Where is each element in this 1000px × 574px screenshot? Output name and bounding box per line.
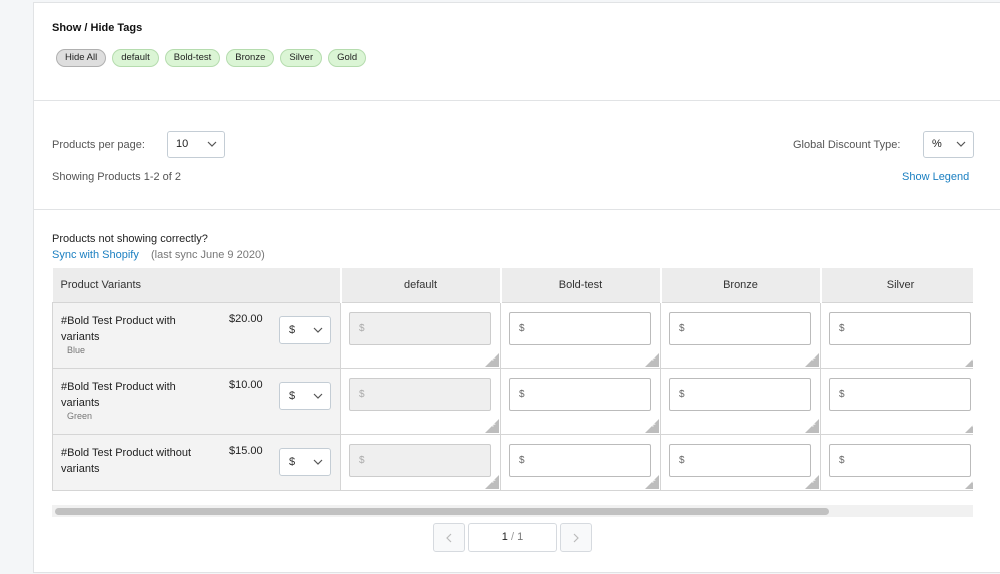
global-discount-label: Global Discount Type:: [793, 139, 901, 151]
tag-default[interactable]: default: [112, 49, 159, 67]
product-cell: #Bold Test Product with variants Blue $2…: [52, 302, 341, 369]
product-name: #Bold Test Product without variants: [61, 446, 192, 475]
price-input-default: $: [349, 311, 491, 345]
tags-section-title: Show / Hide Tags: [52, 22, 143, 34]
per-page-select[interactable]: 10: [167, 131, 225, 158]
price-cell-silver: $ +: [820, 302, 973, 369]
settings-card: Products per page: 10 Showing Products 1…: [33, 101, 1000, 210]
chevron-down-icon: [313, 459, 323, 465]
chevron-down-icon: [956, 141, 966, 147]
table-row: #Bold Test Product with variants Blue $2…: [52, 302, 973, 369]
expand-corner-icon[interactable]: +: [485, 474, 499, 489]
price-cell-bronze: $ +: [660, 434, 821, 491]
product-price: $15.00: [229, 444, 263, 457]
expand-corner-icon[interactable]: +: [805, 418, 819, 433]
previous-page-button[interactable]: [433, 523, 465, 552]
table-header-row: Product Variants default Bold-test Bronz…: [52, 268, 973, 303]
product-cell: #Bold Test Product without variants $15.…: [52, 434, 341, 491]
price-cell-bold-test: $ +: [500, 368, 661, 435]
expand-corner-icon[interactable]: +: [485, 418, 499, 433]
price-input-silver[interactable]: $: [829, 377, 971, 411]
pricing-table-card: Products not showing correctly? Sync wit…: [33, 210, 1000, 573]
expand-corner-icon[interactable]: +: [965, 474, 973, 489]
tags-card: Show / Hide Tags Hide All default Bold-t…: [33, 2, 1000, 101]
currency-value: $: [289, 323, 296, 336]
total-pages: 1: [517, 531, 524, 543]
global-discount-select[interactable]: %: [923, 131, 974, 158]
expand-corner-icon[interactable]: +: [645, 474, 659, 489]
tag-list: Hide All default Bold-test Bronze Silver…: [56, 49, 367, 67]
scrollbar-thumb[interactable]: [55, 508, 829, 515]
tag-bold-test[interactable]: Bold-test: [164, 49, 221, 67]
header-silver: Silver: [820, 268, 973, 303]
sync-shopify-link[interactable]: Sync with Shopify: [52, 249, 139, 261]
expand-corner-icon[interactable]: +: [965, 418, 973, 433]
currency-value: $: [289, 455, 296, 468]
sync-notice: Products not showing correctly?: [52, 233, 208, 245]
expand-corner-icon[interactable]: +: [965, 352, 973, 367]
pricing-table-viewport: Product Variants default Bold-test Bronz…: [52, 268, 973, 491]
pricing-table: Product Variants default Bold-test Bronz…: [52, 268, 973, 491]
tag-hide-all[interactable]: Hide All: [56, 49, 107, 67]
chevron-right-icon: [573, 533, 579, 543]
price-input-bronze[interactable]: $: [669, 377, 811, 411]
table-row: #Bold Test Product with variants Green $…: [52, 368, 973, 435]
currency-value: $: [289, 389, 296, 402]
chevron-down-icon: [313, 327, 323, 333]
price-cell-bronze: $ +: [660, 368, 821, 435]
header-product-variants: Product Variants: [52, 268, 342, 303]
tag-gold[interactable]: Gold: [328, 49, 367, 67]
price-cell-default: $ +: [340, 368, 501, 435]
currency-select[interactable]: $: [279, 381, 331, 410]
price-input-bronze[interactable]: $: [669, 311, 811, 345]
currency-select[interactable]: $: [279, 447, 331, 476]
price-input-bold-test[interactable]: $: [509, 377, 651, 411]
horizontal-scrollbar[interactable]: [52, 505, 973, 517]
product-price: $10.00: [229, 378, 263, 391]
product-price: $20.00: [229, 312, 263, 325]
product-cell: #Bold Test Product with variants Green $…: [52, 368, 341, 435]
product-name: #Bold Test Product with variants: [61, 314, 176, 343]
table-row: #Bold Test Product without variants $15.…: [52, 434, 973, 491]
per-page-label: Products per page:: [52, 139, 145, 151]
chevron-left-icon: [446, 533, 452, 543]
price-cell-bronze: $ +: [660, 302, 821, 369]
next-page-button[interactable]: [560, 523, 592, 552]
header-bold-test: Bold-test: [500, 268, 662, 303]
currency-select[interactable]: $: [279, 315, 331, 344]
variant-name: Blue: [67, 344, 86, 355]
global-discount-value: %: [932, 138, 942, 150]
price-cell-silver: $ +: [820, 434, 973, 491]
chevron-down-icon: [207, 141, 217, 147]
price-input-default: $: [349, 443, 491, 477]
header-bronze: Bronze: [660, 268, 822, 303]
price-input-default: $: [349, 377, 491, 411]
variant-name: Green: [67, 410, 93, 421]
price-input-silver[interactable]: $: [829, 443, 971, 477]
product-name: #Bold Test Product with variants: [61, 380, 176, 409]
expand-corner-icon[interactable]: +: [805, 474, 819, 489]
price-cell-default: $ +: [340, 434, 501, 491]
price-input-bronze[interactable]: $: [669, 443, 811, 477]
expand-corner-icon[interactable]: +: [645, 418, 659, 433]
page-indicator[interactable]: 1 / 1: [468, 523, 557, 552]
expand-corner-icon[interactable]: +: [805, 352, 819, 367]
tag-bronze[interactable]: Bronze: [226, 49, 275, 67]
showing-products-text: Showing Products 1-2 of 2: [52, 171, 182, 183]
chevron-down-icon: [313, 393, 323, 399]
price-cell-silver: $ +: [820, 368, 973, 435]
price-cell-default: $ +: [340, 302, 501, 369]
header-default: default: [340, 268, 502, 303]
show-legend-link[interactable]: Show Legend: [902, 171, 969, 183]
last-sync-text: (last sync June 9 2020): [151, 249, 265, 261]
expand-corner-icon[interactable]: +: [645, 352, 659, 367]
expand-corner-icon[interactable]: +: [485, 352, 499, 367]
price-input-bold-test[interactable]: $: [509, 311, 651, 345]
price-cell-bold-test: $ +: [500, 302, 661, 369]
price-input-silver[interactable]: $: [829, 311, 971, 345]
price-input-bold-test[interactable]: $: [509, 443, 651, 477]
tag-silver[interactable]: Silver: [280, 49, 323, 67]
price-cell-bold-test: $ +: [500, 434, 661, 491]
per-page-value: 10: [176, 138, 189, 150]
